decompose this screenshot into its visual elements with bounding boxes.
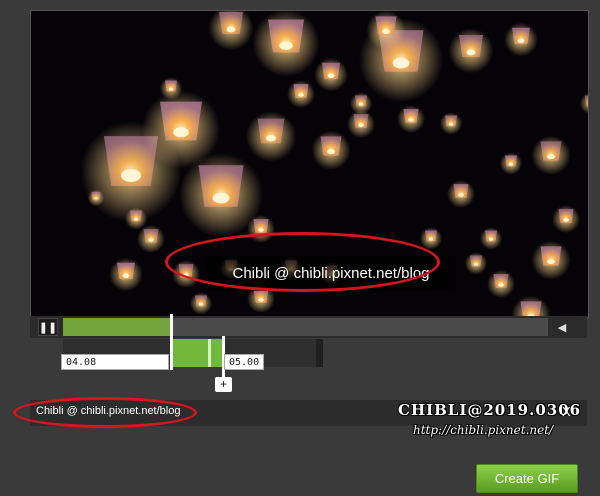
lantern-flame [148, 238, 154, 242]
lantern-flame [473, 262, 479, 266]
lantern-flame [133, 217, 139, 221]
lantern-flame [563, 218, 569, 222]
lantern-flame [94, 197, 98, 200]
lantern-flame [298, 93, 304, 97]
end-time-field[interactable]: 05.00 [224, 354, 264, 370]
speaker-icon: ◀ [557, 321, 567, 334]
lantern-flame [458, 193, 464, 197]
create-gif-button[interactable]: Create GIF [476, 464, 578, 493]
playback-progress-track[interactable] [170, 318, 548, 336]
highlight-ellipse [165, 232, 440, 292]
lantern-flame [392, 57, 410, 69]
lantern-flame [547, 154, 555, 160]
lantern-flame [120, 169, 142, 182]
lantern-flame [168, 87, 174, 91]
lantern-flame [358, 123, 364, 127]
lantern-flame [258, 298, 264, 302]
lantern-flame [327, 149, 335, 155]
start-time-field[interactable]: 04.08 [61, 354, 169, 370]
lantern-flame [408, 118, 414, 122]
lantern-flame [173, 127, 189, 138]
lantern-flame [466, 49, 476, 56]
trim-timeline-end [316, 339, 323, 367]
lantern-flame [547, 259, 555, 265]
playback-progress-fill [63, 318, 170, 336]
lantern-flame [358, 102, 364, 106]
lantern-flame [508, 162, 514, 166]
pause-button[interactable]: ❚❚ [38, 318, 58, 336]
pause-icon: ❚❚ [38, 321, 58, 334]
trim-playhead[interactable] [208, 339, 211, 367]
lantern-flame [226, 26, 236, 33]
lantern-flame [212, 192, 230, 204]
lantern-flame [517, 38, 525, 43]
lantern-flame [382, 29, 390, 35]
lantern-flame [488, 237, 494, 241]
lantern-flame [279, 41, 293, 50]
lantern-flame [428, 237, 434, 241]
lantern-flame [122, 273, 130, 278]
trim-selection[interactable] [173, 339, 225, 367]
add-segment-button[interactable]: + [215, 377, 232, 392]
caption-highlight-ellipse [13, 397, 197, 428]
watermark-url: http://chibli.pixnet.net/ [413, 423, 554, 437]
volume-button[interactable]: ◀ [550, 318, 574, 336]
lantern-flame [265, 135, 277, 142]
lantern-flame [258, 228, 264, 232]
close-caption-button[interactable]: X [562, 404, 571, 419]
lantern-flame [498, 283, 504, 287]
lantern-flame [448, 122, 454, 126]
lantern-flame [198, 302, 204, 306]
trim-start-handle[interactable] [170, 314, 173, 370]
watermark-title: CHIBLI@2019.0306 [398, 401, 582, 419]
lantern-flame [327, 73, 335, 78]
